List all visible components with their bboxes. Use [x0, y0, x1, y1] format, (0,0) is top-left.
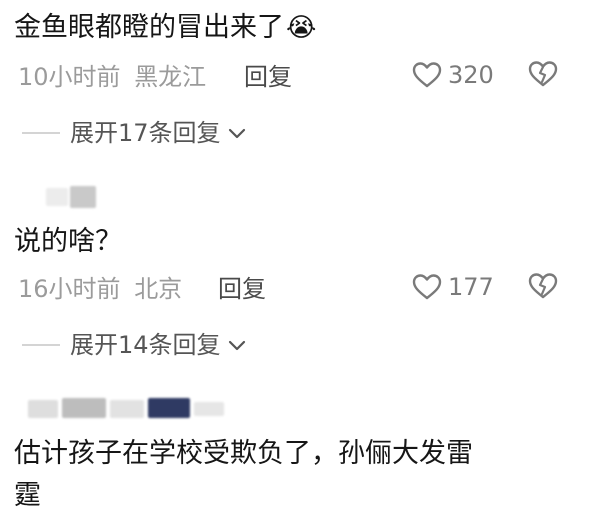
comment-2-like-button[interactable]: 177 [412, 272, 494, 302]
broken-heart-icon [528, 273, 558, 299]
comment-2-like-count: 177 [448, 273, 494, 301]
comment-1-like-button[interactable]: 320 [412, 60, 494, 90]
comment-3-username-blurred [28, 398, 228, 420]
comment-1-expand-replies[interactable]: 展开17条回复 [22, 118, 247, 148]
comment-1-expand-label: 展开17条回复 [70, 119, 221, 147]
crying-face-emoji: 😭 [286, 13, 317, 43]
comment-1-meta: 10小时前 黑龙江 [18, 62, 206, 92]
chevron-down-icon [228, 128, 245, 139]
comment-2-time: 16小时前 [18, 275, 121, 303]
comment-1-dislike-button[interactable] [528, 60, 558, 92]
divider-line [22, 344, 60, 346]
comment-2-meta: 16小时前 北京 [18, 274, 182, 304]
broken-heart-icon [528, 61, 558, 87]
heart-outline-icon [412, 274, 442, 300]
comment-2-location: 北京 [134, 275, 183, 303]
comment-3-text-line-2: 霆 [14, 480, 41, 511]
comment-1-location: 黑龙江 [134, 63, 207, 91]
comment-3-text-line-1: 估计孩子在学校受欺负了，孙俪大发雷 [14, 438, 473, 469]
chevron-down-icon [228, 340, 245, 351]
comment-1-reply-button[interactable]: 回复 [244, 62, 292, 92]
comment-1-text: 金鱼眼都瞪的冒出来了😭 [14, 10, 316, 46]
comment-2-expand-replies[interactable]: 展开14条回复 [22, 330, 247, 360]
comment-1-like-count: 320 [448, 61, 494, 89]
comment-2-reply-button[interactable]: 回复 [218, 274, 266, 304]
comment-2-avatar-blurred [46, 186, 98, 210]
comment-2-expand-label: 展开14条回复 [70, 331, 221, 359]
comment-2-dislike-button[interactable] [528, 272, 558, 304]
comment-1-body: 金鱼眼都瞪的冒出来了 [14, 12, 284, 43]
comment-1-time: 10小时前 [18, 63, 121, 91]
heart-outline-icon [412, 62, 442, 88]
comment-2-text: 说的啥？ [14, 226, 122, 257]
divider-line [22, 132, 60, 134]
